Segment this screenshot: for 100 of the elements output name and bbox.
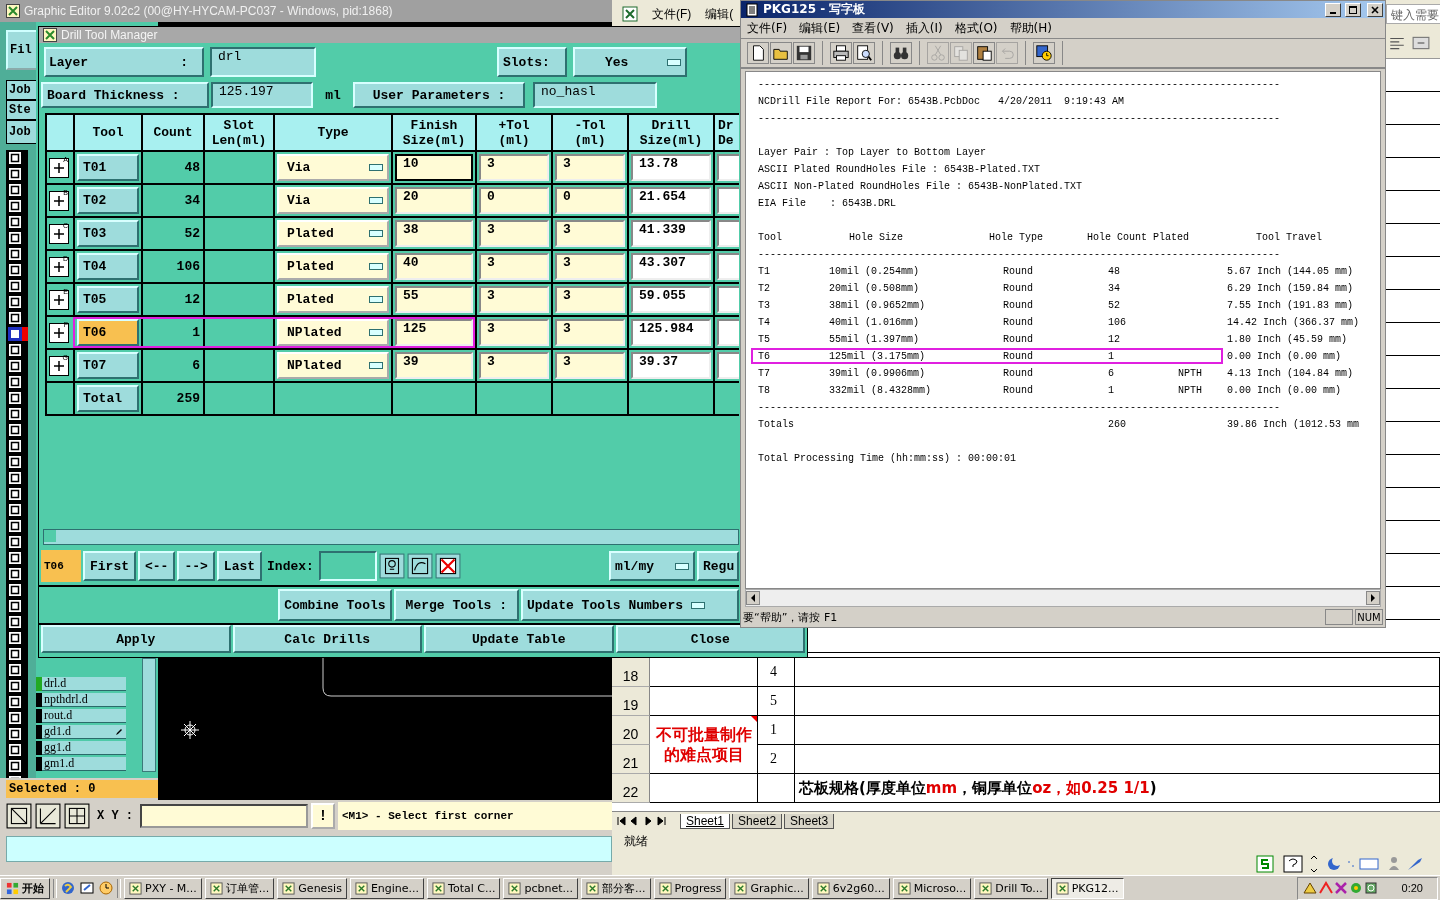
save-icon[interactable] [793,42,815,64]
taskbar-button[interactable]: PXY - M... [124,877,202,899]
tool-button[interactable]: T02 [77,187,139,214]
finish-size-field[interactable]: 39 [395,352,473,379]
menu-item[interactable]: 编辑(E) [799,19,841,37]
grid-tool-icon[interactable] [64,803,90,829]
minus-tolerance-field[interactable]: 3 [555,220,625,247]
rule-button[interactable]: Regu [697,551,739,581]
layer-item[interactable]: gd1.d [42,725,126,739]
type-dropdown[interactable]: NPlated [277,319,389,346]
sheet-tab[interactable]: Sheet2 [732,813,783,829]
print-icon[interactable] [830,42,852,64]
tool-button[interactable]: T01 [77,154,139,181]
type-dropdown[interactable]: Plated [277,253,389,280]
type-dropdown[interactable]: Via [277,154,389,181]
scrollbar[interactable] [142,658,156,772]
print-preview-icon[interactable] [853,42,875,64]
finish-size-field[interactable]: 40 [395,253,473,280]
tool-button[interactable]: T06 [77,319,139,346]
clock-icon[interactable] [98,880,114,896]
drill-size-field[interactable]: 41.339 [631,220,711,247]
action-button[interactable]: Apply [41,625,231,653]
type-dropdown[interactable]: Plated [277,286,389,313]
file-button[interactable]: Fil [6,30,36,70]
drill-size-field[interactable]: 13.78 [631,154,711,181]
drill-size-field[interactable]: 59.055 [631,286,711,313]
navigation-button[interactable]: --> [177,551,215,581]
plus-tolerance-field[interactable]: 3 [479,220,549,247]
tool-button[interactable]: T03 [77,220,139,247]
zoom-tool-icon[interactable] [6,803,32,829]
delete-icon[interactable] [434,552,461,580]
execute-button[interactable]: ! [311,803,335,829]
finish-size-field[interactable]: 38 [395,220,473,247]
job-button[interactable]: Job [6,120,36,144]
layer-item[interactable]: rout.d [42,709,126,723]
plus-tolerance-field[interactable]: 3 [479,352,549,379]
folder-icon[interactable] [770,42,792,64]
taskbar-button[interactable]: 6v2g60... [811,877,890,899]
action-button[interactable]: Update Table [424,625,614,653]
row-header[interactable]: 20 [612,716,650,745]
navigation-button[interactable]: Last [216,551,263,581]
menu-item[interactable]: 查看(V) [852,19,894,37]
menu-item[interactable]: 文件(F) [747,19,788,37]
navigation-button[interactable]: First [83,551,136,581]
job-button[interactable]: Job [6,80,36,100]
coordinates-field[interactable] [140,804,308,828]
taskbar-button[interactable]: PKG12... [1050,877,1124,899]
layer-item[interactable]: gm1.d [42,757,126,771]
taskbar-button[interactable]: Microso... [892,877,972,899]
scrollbar[interactable] [43,529,739,545]
drill-size-field[interactable]: 39.37 [631,352,711,379]
drill-size-field[interactable]: 125.984 [631,319,711,346]
taskbar-button[interactable]: Progress [653,877,727,899]
binoculars-icon[interactable] [890,42,912,64]
units-dropdown[interactable]: ml/my [609,551,695,581]
user-parameters-button[interactable]: User Parameters : [353,82,525,108]
row-header[interactable]: 19 [612,687,650,716]
combine-tools-button[interactable]: Combine Tools [278,589,392,621]
taskbar-button[interactable]: Genesis [277,877,347,899]
taskbar-button[interactable]: Total C... [427,877,501,899]
finish-size-field[interactable]: 55 [395,286,473,313]
finish-size-field[interactable]: 125 [395,319,473,346]
type-dropdown[interactable]: Via [277,187,389,214]
layer-field[interactable]: drl [210,47,316,77]
plus-tolerance-field[interactable]: 3 [479,253,549,280]
new-document-icon[interactable] [747,42,769,64]
minus-tolerance-field[interactable]: 3 [555,319,625,346]
start-button[interactable]: 开始 [0,877,50,899]
menu-item[interactable]: 编辑( [705,5,734,23]
taskbar-button[interactable]: Graphic... [729,877,809,899]
layer-item[interactable]: gg1.d [42,741,126,755]
menu-item[interactable]: 帮助(H) [1009,19,1052,37]
navigation-button[interactable]: <-- [138,551,176,581]
plus-tolerance-field[interactable]: 3 [479,154,549,181]
minus-tolerance-field[interactable]: 3 [555,352,625,379]
minus-tolerance-field[interactable]: 3 [555,253,625,280]
action-button[interactable]: Calc Drills [232,625,422,653]
scroll-left-icon[interactable] [746,591,760,605]
close-icon[interactable] [1367,2,1383,17]
row-header[interactable]: 18 [612,658,650,687]
finish-size-field[interactable]: 10 [395,154,473,181]
taskbar-button[interactable]: pcbnet... [503,877,579,899]
globe-icon[interactable] [60,880,76,896]
drill-size-field[interactable]: 43.307 [631,253,711,280]
scroll-right-icon[interactable] [1366,591,1380,605]
minus-tolerance-field[interactable]: 3 [555,286,625,313]
layer-item[interactable]: drl.d [42,677,126,691]
tool-button[interactable]: T07 [77,352,139,379]
finish-size-field[interactable]: 20 [395,187,473,214]
paste-icon[interactable] [973,42,995,64]
taskbar-button[interactable]: Engine... [349,877,425,899]
sheet-tab[interactable]: Sheet3 [784,813,835,829]
tool-button[interactable]: T05 [77,286,139,313]
bulb-icon[interactable] [378,552,405,580]
minus-tolerance-field[interactable]: 0 [555,187,625,214]
merge-cells-icon[interactable] [1412,34,1430,52]
user-parameters-field[interactable]: no_hasl [533,82,657,108]
date-time-icon[interactable] [1033,42,1055,64]
plus-tolerance-field[interactable]: 3 [479,286,549,313]
row-header[interactable]: 21 [612,745,650,774]
